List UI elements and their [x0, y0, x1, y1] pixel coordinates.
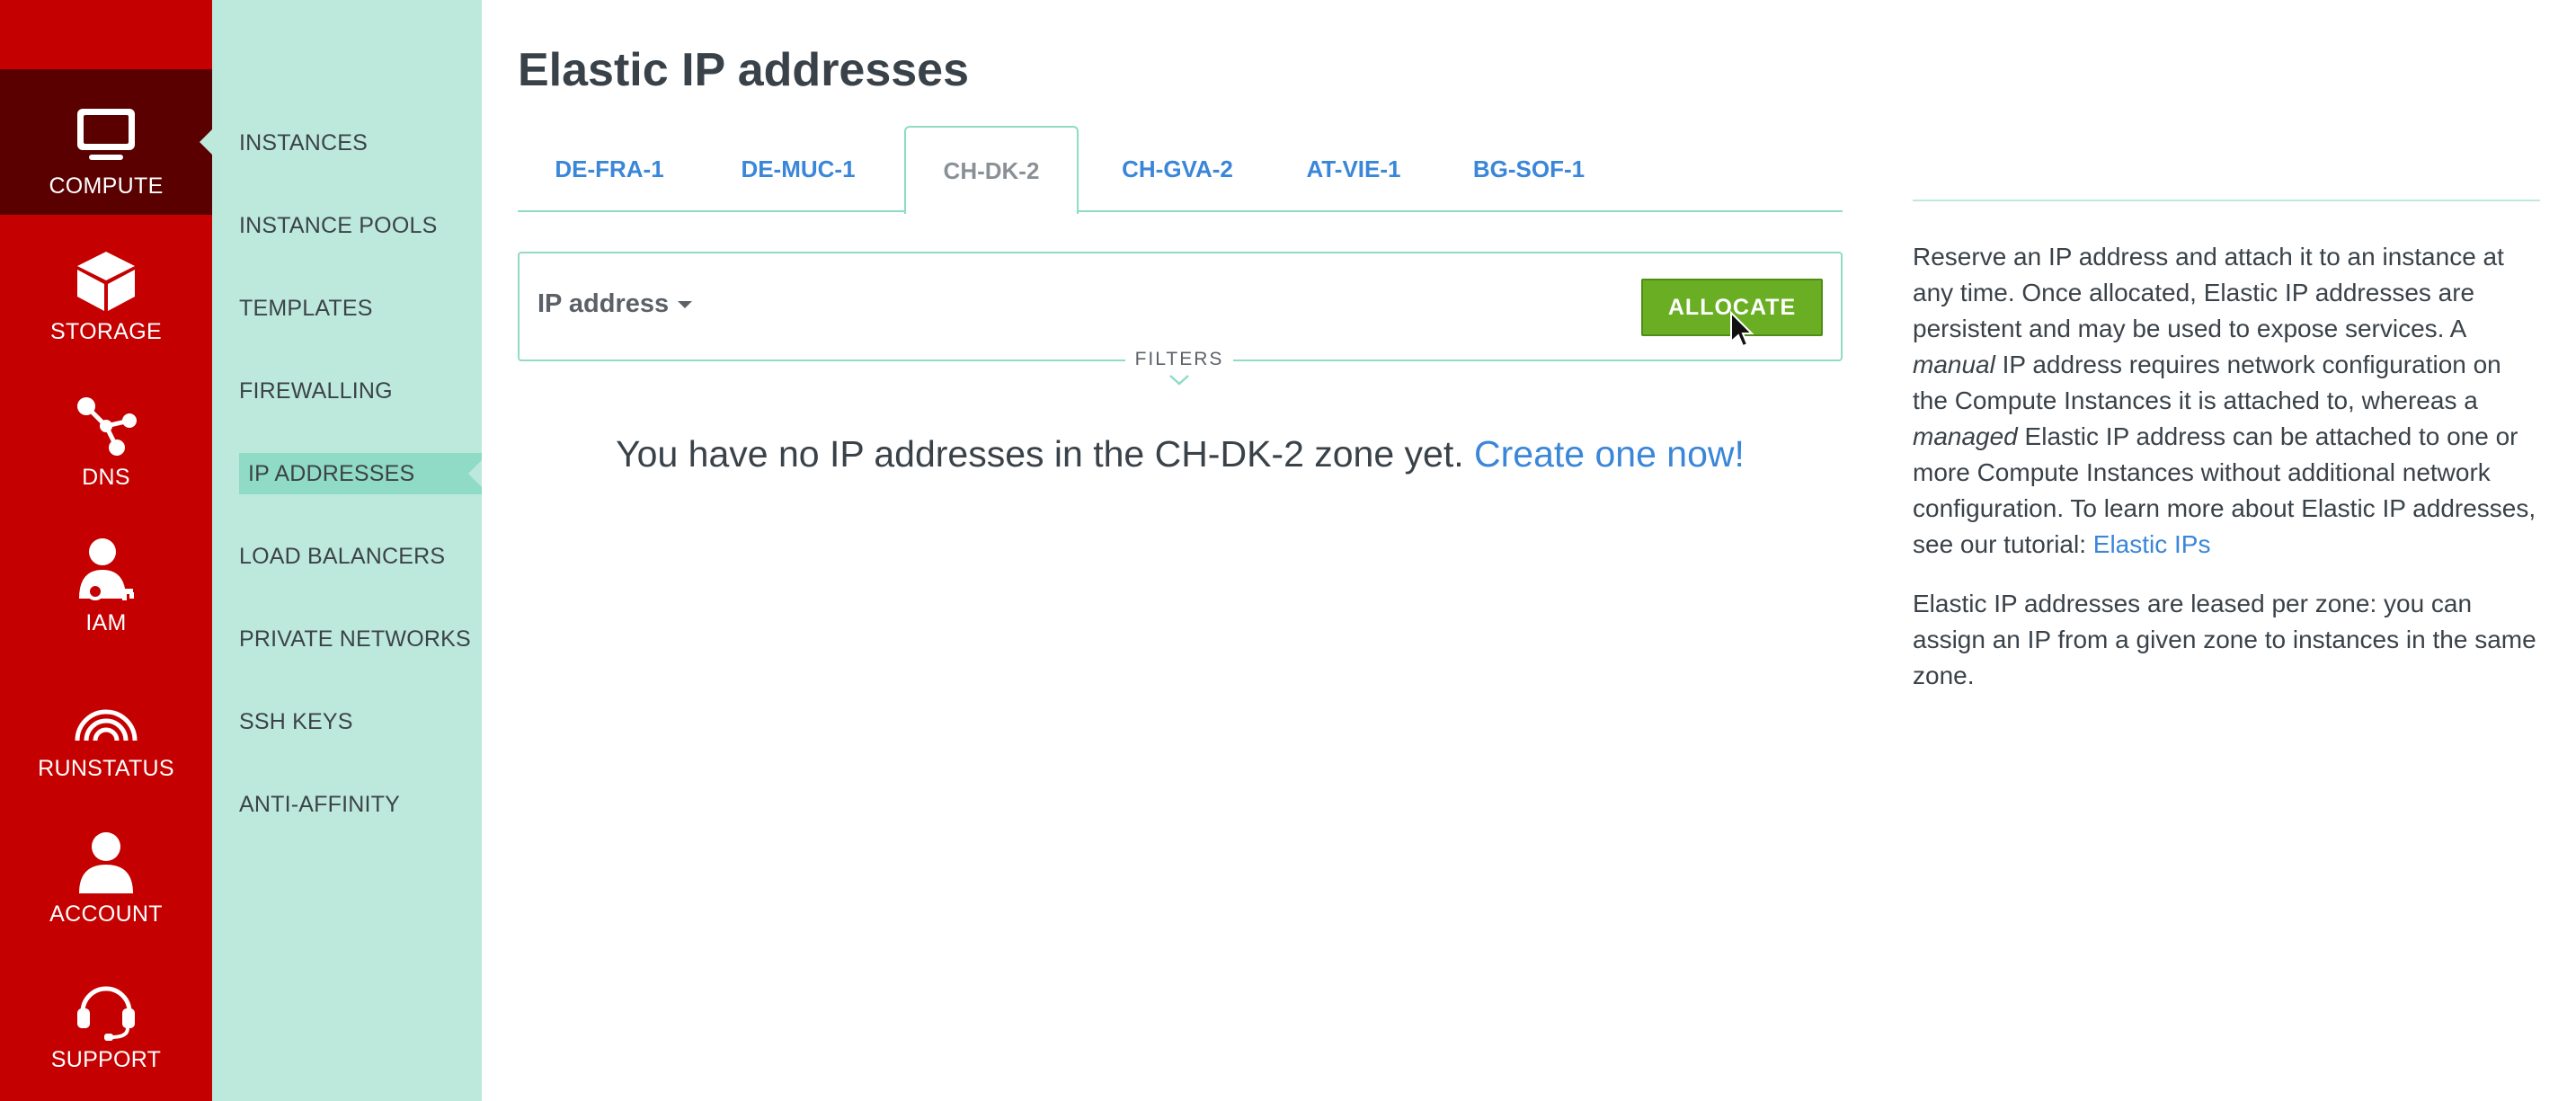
tab-bg-sof-1[interactable]: BG-SOF-1 — [1443, 126, 1614, 212]
subnav-item-templates[interactable]: TEMPLATES — [239, 288, 482, 329]
rail-item-compute[interactable]: COMPUTE — [0, 69, 213, 215]
monitor-icon — [70, 100, 142, 170]
user-key-icon — [70, 537, 142, 607]
rail-label-compute: COMPUTE — [49, 173, 164, 199]
subnav-item-ip-addresses[interactable]: IP ADDRESSES — [239, 453, 482, 494]
info-emphasis-manual: manual — [1913, 351, 1995, 378]
subnav-label: INSTANCES — [239, 129, 369, 155]
empty-state-message: You have no IP addresses in the CH-DK-2 … — [518, 433, 1843, 475]
tab-de-muc-1[interactable]: DE-MUC-1 — [706, 126, 890, 212]
zone-tabs: DE-FRA-1 DE-MUC-1 CH-DK-2 CH-GVA-2 AT-VI… — [518, 126, 1843, 214]
subnav-label: ANTI-AFFINITY — [239, 791, 400, 817]
subnav-label: FIREWALLING — [239, 377, 393, 404]
subnav-item-load-balancers[interactable]: LOAD BALANCERS — [239, 536, 482, 577]
network-nodes-icon — [70, 391, 142, 461]
main-navigation-rail: COMPUTE STORAGE DNS IAM RUNSTATUS ACCOUN… — [0, 0, 213, 1101]
subnav-item-instances[interactable]: INSTANCES — [239, 122, 482, 164]
subnav-item-ssh-keys[interactable]: SSH KEYS — [239, 701, 482, 742]
cube-icon — [70, 245, 142, 315]
filter-toolbar: IP address ALLOCATE — [518, 252, 1843, 361]
rail-label-support: SUPPORT — [50, 1047, 162, 1072]
rail-item-iam[interactable]: IAM — [0, 506, 212, 652]
signal-arcs-icon — [70, 682, 142, 752]
info-text: IP address requires network configuratio… — [1913, 351, 2501, 414]
headset-icon — [70, 973, 142, 1043]
info-panel: Reserve an IP address and attach it to a… — [1913, 239, 2542, 717]
user-icon — [70, 828, 142, 898]
chevron-down-icon[interactable] — [1168, 374, 1190, 386]
rail-label-runstatus: RUNSTATUS — [38, 756, 174, 781]
subnav-item-instance-pools[interactable]: INSTANCE POOLS — [239, 205, 482, 246]
rail-item-dns[interactable]: DNS — [0, 360, 212, 506]
tab-de-fra-1[interactable]: DE-FRA-1 — [518, 126, 701, 212]
tab-ch-dk-2[interactable]: CH-DK-2 — [904, 126, 1079, 214]
mouse-pointer-icon — [1730, 311, 1754, 348]
rail-label-iam: IAM — [85, 610, 127, 635]
info-paragraph-1: Reserve an IP address and attach it to a… — [1913, 239, 2542, 563]
subnav-label: LOAD BALANCERS — [239, 543, 446, 569]
info-emphasis-managed: managed — [1913, 422, 2018, 450]
rail-item-support[interactable]: SUPPORT — [0, 943, 212, 1088]
elastic-ips-tutorial-link[interactable]: Elastic IPs — [2093, 530, 2211, 558]
info-divider — [1913, 200, 2540, 201]
subnav-label: INSTANCE POOLS — [239, 212, 438, 238]
rail-label-account: ACCOUNT — [49, 901, 163, 927]
subnav-label: SSH KEYS — [239, 708, 353, 734]
filters-toggle[interactable]: FILTERS — [1125, 349, 1233, 376]
tab-at-vie-1[interactable]: AT-VIE-1 — [1273, 126, 1435, 212]
info-text: Reserve an IP address and attach it to a… — [1913, 243, 2504, 342]
empty-state-text: You have no IP addresses in the CH-DK-2 … — [616, 433, 1464, 475]
subnav-item-private-networks[interactable]: PRIVATE NETWORKS — [239, 618, 482, 660]
rail-label-dns: DNS — [82, 465, 130, 490]
caret-down-icon — [678, 300, 693, 308]
page-title: Elastic IP addresses — [518, 44, 970, 96]
subnav-label: TEMPLATES — [239, 295, 373, 321]
tab-ch-gva-2[interactable]: CH-GVA-2 — [1088, 126, 1267, 212]
rail-item-account[interactable]: ACCOUNT — [0, 797, 212, 943]
rail-item-runstatus[interactable]: RUNSTATUS — [0, 652, 212, 797]
ip-address-sort-dropdown[interactable]: IP address — [537, 289, 693, 319]
rail-item-storage[interactable]: STORAGE — [0, 215, 212, 360]
rail-label-storage: STORAGE — [50, 319, 162, 344]
subnav-item-anti-affinity[interactable]: ANTI-AFFINITY — [239, 784, 482, 825]
compute-subnavigation: INSTANCES INSTANCE POOLS TEMPLATES FIREW… — [212, 0, 482, 1101]
ip-address-dropdown-label: IP address — [537, 289, 670, 318]
subnav-item-firewalling[interactable]: FIREWALLING — [239, 370, 482, 412]
info-paragraph-2: Elastic IP addresses are leased per zone… — [1913, 590, 2536, 689]
create-ip-link[interactable]: Create one now! — [1474, 433, 1745, 475]
subnav-label: IP ADDRESSES — [248, 460, 415, 486]
subnav-label: PRIVATE NETWORKS — [239, 626, 471, 652]
